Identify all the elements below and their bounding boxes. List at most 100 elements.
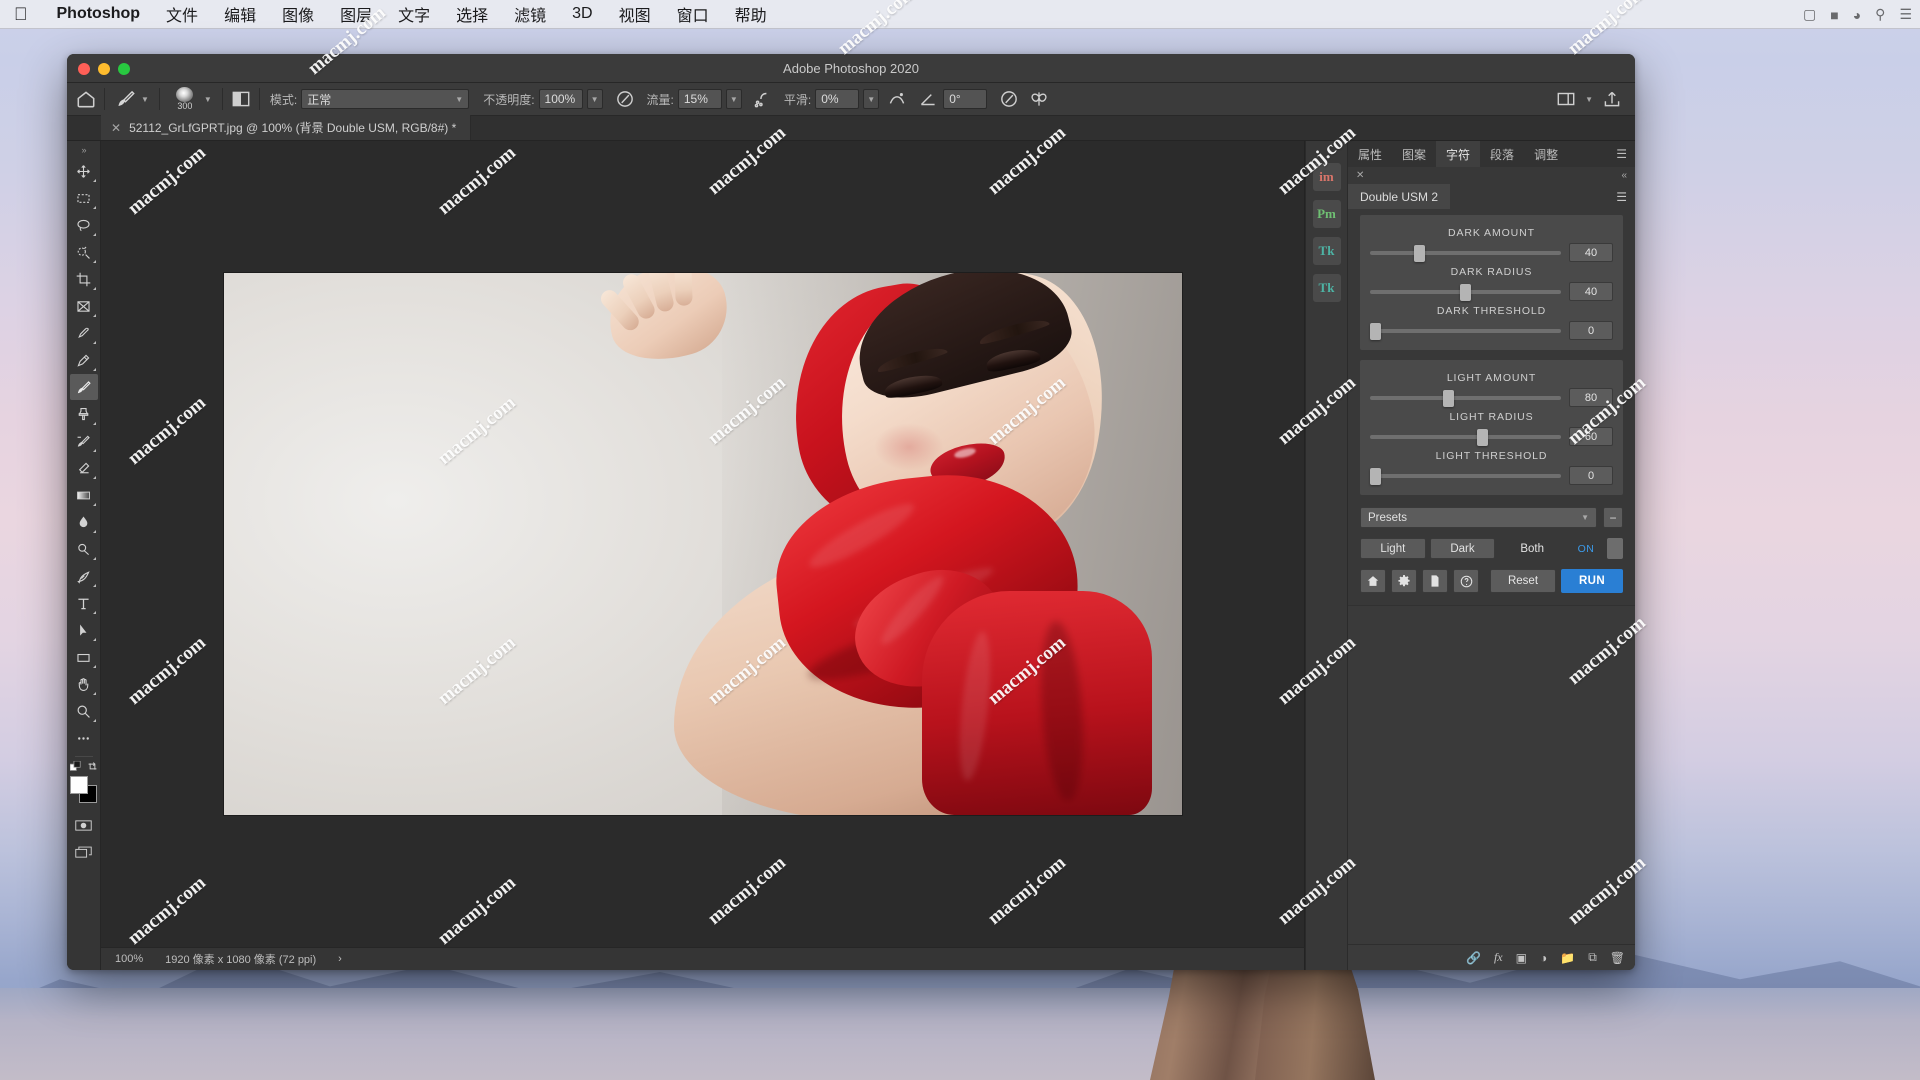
eraser-tool[interactable]: [70, 455, 98, 481]
light-amount-slider[interactable]: [1370, 389, 1561, 407]
segment-light[interactable]: Light: [1360, 538, 1426, 559]
help-button[interactable]: [1453, 569, 1479, 593]
new-group-icon[interactable]: 📁: [1560, 951, 1575, 965]
tab-patterns[interactable]: 图案: [1392, 141, 1436, 167]
clone-stamp-tool[interactable]: [70, 401, 98, 427]
brush-preset-picker[interactable]: 300 ▼: [167, 86, 215, 112]
close-button[interactable]: [78, 63, 90, 75]
settings-button[interactable]: [1391, 569, 1417, 593]
screen-mode-icon[interactable]: [70, 839, 98, 865]
flow-stepper[interactable]: ▼: [725, 89, 742, 109]
search-icon[interactable]: ⚲: [1875, 6, 1885, 23]
imagenomic-extension[interactable]: im: [1312, 163, 1341, 191]
close-icon[interactable]: ✕: [1356, 170, 1364, 181]
link-layers-icon[interactable]: 🔗: [1466, 951, 1481, 965]
hand-tool[interactable]: [70, 671, 98, 697]
document-tab[interactable]: ✕ 52112_GrLfGPRT.jpg @ 100% (背景 Double U…: [101, 115, 472, 140]
tab-paragraph[interactable]: 段落: [1480, 141, 1524, 167]
rectangular-marquee-tool[interactable]: [70, 185, 98, 211]
rectangle-tool[interactable]: [70, 644, 98, 670]
segment-both[interactable]: Both: [1499, 538, 1565, 559]
adjustment-layer-icon[interactable]: ◑: [1540, 951, 1547, 965]
menu-item-view[interactable]: 视图: [606, 2, 664, 26]
history-brush-tool[interactable]: [70, 428, 98, 454]
light-amount-value[interactable]: 80: [1569, 388, 1613, 407]
blur-tool[interactable]: [70, 509, 98, 535]
menu-item-edit[interactable]: 编辑: [211, 2, 269, 26]
frame-tool[interactable]: [70, 293, 98, 319]
airbrush-icon[interactable]: [751, 88, 773, 110]
menu-item-select[interactable]: 选择: [443, 2, 501, 26]
pressure-opacity-icon[interactable]: [614, 88, 636, 110]
hamburger-menu-icon[interactable]: ☰: [1608, 141, 1635, 167]
menu-item-layer[interactable]: 图层: [327, 2, 385, 26]
chevron-right-icon[interactable]: ›: [338, 953, 342, 965]
brush-tool[interactable]: [69, 374, 98, 400]
light-threshold-value[interactable]: 0: [1569, 466, 1613, 485]
portraiture-extension[interactable]: Pm: [1312, 200, 1341, 228]
menu-item-image[interactable]: 图像: [269, 2, 327, 26]
reset-button[interactable]: Reset: [1490, 569, 1556, 593]
light-threshold-slider[interactable]: [1370, 467, 1561, 485]
tool-preset-picker[interactable]: ▼: [112, 88, 152, 110]
zoom-level[interactable]: 100%: [115, 953, 143, 965]
home-button[interactable]: [1360, 569, 1386, 593]
workspace-switch-icon[interactable]: [1555, 88, 1577, 110]
hamburger-menu-icon[interactable]: ☰: [1616, 190, 1635, 204]
menu-item-3d[interactable]: 3D: [559, 5, 605, 23]
tk-panel-extension-1[interactable]: Tk: [1312, 237, 1341, 265]
battery-icon[interactable]: ■: [1830, 7, 1838, 23]
new-layer-icon[interactable]: ⧉: [1588, 950, 1597, 965]
control-center-icon[interactable]: ☰: [1899, 6, 1912, 23]
fx-icon[interactable]: fx: [1494, 950, 1503, 965]
apple-logo-icon[interactable]: : [14, 5, 28, 23]
presets-remove-button[interactable]: −: [1603, 507, 1623, 528]
menu-item-window[interactable]: 窗口: [664, 2, 722, 26]
segment-dark[interactable]: Dark: [1429, 538, 1496, 559]
smoothing-input[interactable]: 0%: [815, 89, 860, 109]
light-radius-value[interactable]: 60: [1569, 427, 1613, 446]
dark-radius-slider[interactable]: [1370, 283, 1561, 301]
close-icon[interactable]: ✕: [111, 121, 121, 135]
menu-item-filter[interactable]: 滤镜: [501, 2, 559, 26]
opacity-input[interactable]: 100%: [538, 89, 583, 109]
document-button[interactable]: [1422, 569, 1448, 593]
dark-threshold-value[interactable]: 0: [1569, 321, 1613, 340]
default-colors-icon[interactable]: [69, 761, 81, 772]
smoothing-stepper[interactable]: ▼: [863, 89, 880, 109]
presets-dropdown[interactable]: Presets ▼: [1360, 507, 1597, 528]
lasso-tool[interactable]: [70, 212, 98, 238]
double-chevron-left-icon[interactable]: «: [1621, 170, 1627, 181]
tab-character[interactable]: 字符: [1436, 141, 1481, 167]
dark-amount-slider[interactable]: [1370, 244, 1561, 262]
symmetry-butterfly-icon[interactable]: [1028, 88, 1050, 110]
home-icon[interactable]: [75, 88, 97, 110]
light-radius-slider[interactable]: [1370, 428, 1561, 446]
type-tool[interactable]: [70, 590, 98, 616]
dark-amount-value[interactable]: 40: [1569, 243, 1613, 262]
menu-item-help[interactable]: 帮助: [722, 2, 780, 26]
tab-adjustments[interactable]: 调整: [1524, 141, 1568, 167]
smoothing-options-icon[interactable]: [886, 88, 908, 110]
canvas-area[interactable]: [101, 141, 1305, 947]
double-chevron-right-icon[interactable]: »: [81, 145, 86, 155]
foreground-color-swatch[interactable]: [69, 776, 88, 794]
blend-mode-select[interactable]: 正常 ▼: [301, 89, 470, 109]
delete-layer-icon[interactable]: 🗑: [1610, 951, 1625, 965]
crop-tool[interactable]: [70, 266, 98, 292]
zoom-tool[interactable]: [70, 698, 98, 724]
spot-healing-brush-tool[interactable]: [70, 347, 98, 373]
layer-mask-icon[interactable]: ▣: [1516, 951, 1527, 965]
menu-item-type[interactable]: 文字: [385, 2, 443, 26]
tk-panel-extension-2[interactable]: Tk: [1312, 274, 1341, 302]
document-canvas[interactable]: [223, 273, 1182, 815]
maximize-button[interactable]: [118, 63, 130, 75]
on-toggle-switch[interactable]: [1607, 538, 1624, 559]
pressure-size-icon[interactable]: [998, 88, 1020, 110]
swap-colors-icon[interactable]: [87, 761, 98, 772]
edit-toolbar-button[interactable]: [70, 725, 98, 751]
tab-properties[interactable]: 属性: [1348, 141, 1392, 167]
menu-item-file[interactable]: 文件: [153, 2, 211, 26]
dark-radius-value[interactable]: 40: [1569, 282, 1613, 301]
dodge-tool[interactable]: [70, 536, 98, 562]
